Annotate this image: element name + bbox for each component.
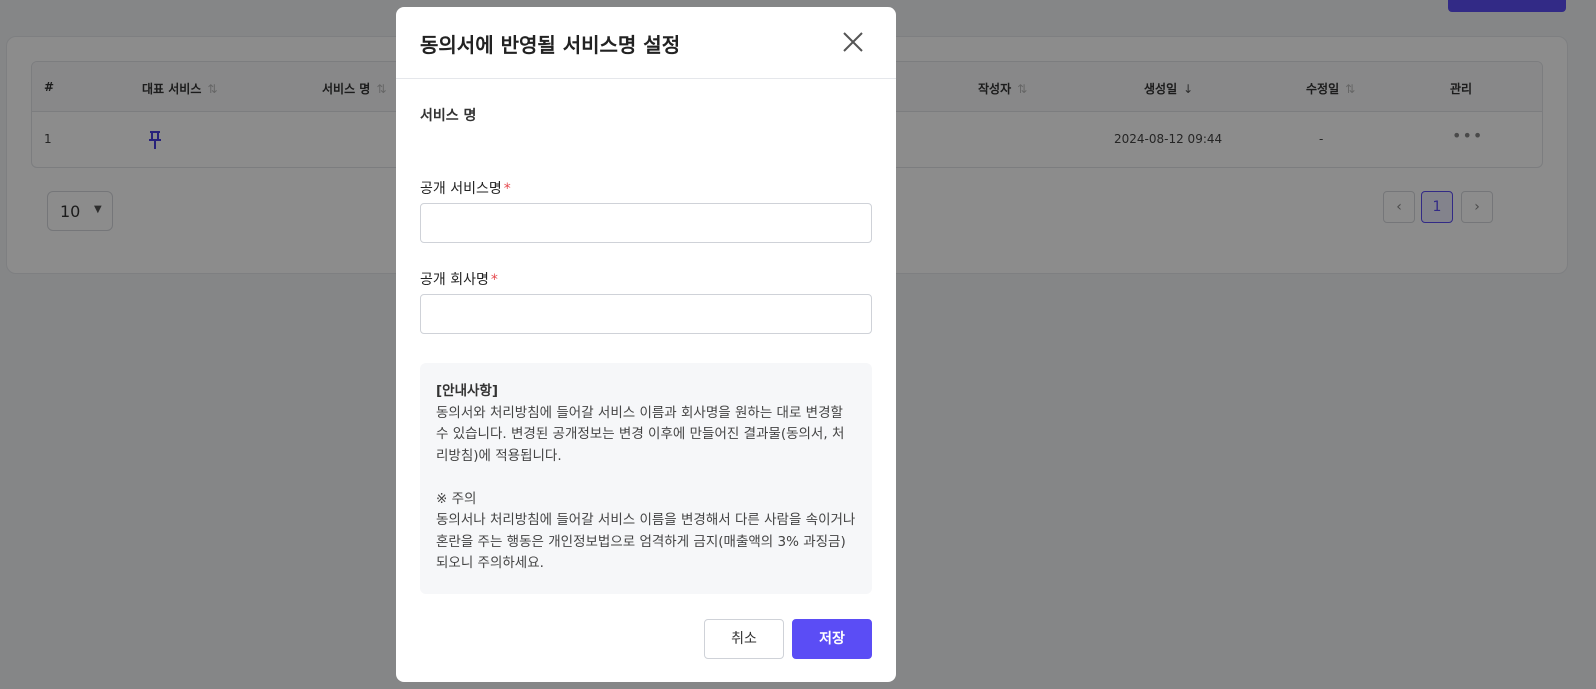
cancel-button[interactable]: 취소 [704,619,784,659]
public-company-name-input[interactable] [420,294,872,334]
caution-title: ※ 주의 [436,490,477,507]
close-icon[interactable] [842,31,864,53]
notice-spacer [436,467,856,489]
public-company-name-label: 공개 회사명 * [420,269,498,289]
notice-paragraph-2: 동의서나 처리방침에 들어갈 서비스 이름을 변경해서 다른 사람을 속이거나 … [436,512,856,571]
required-mark: * [490,272,498,288]
public-company-name-label-text: 공개 회사명 [420,272,489,288]
modal-title: 동의서에 반영될 서비스명 설정 [420,33,681,57]
section-label: 서비스 명 [420,108,477,124]
modal-header: 동의서에 반영될 서비스명 설정 [396,7,896,79]
public-service-name-label: 공개 서비스명 * [420,178,511,198]
service-name-modal: 동의서에 반영될 서비스명 설정 서비스 명 공개 서비스명 * 공개 회사명 * … [396,7,896,682]
required-mark: * [503,181,511,197]
public-service-name-input[interactable] [420,203,872,243]
notice-paragraph-1: 동의서와 처리방침에 들어갈 서비스 이름과 회사명을 원하는 대로 변경할 수… [436,404,845,464]
notice-title: [안내사항] [436,383,499,399]
notice-box: [안내사항] 동의서와 처리방침에 들어갈 서비스 이름과 회사명을 원하는 대… [420,363,872,594]
public-service-name-label-text: 공개 서비스명 [420,181,502,197]
save-button[interactable]: 저장 [792,619,872,659]
